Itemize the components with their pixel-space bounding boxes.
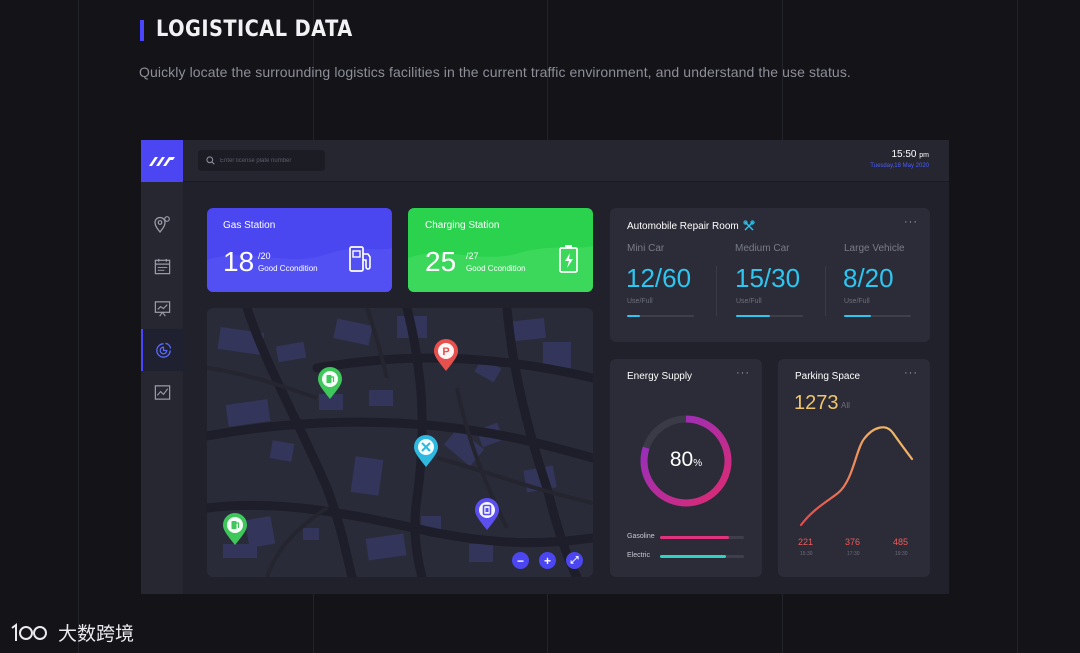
parking-point-1-value: 221	[798, 537, 814, 547]
sidebar-item-board[interactable]	[141, 287, 183, 329]
energy-title: Energy Supply	[627, 371, 693, 382]
energy-more-button[interactable]: ···	[736, 367, 750, 379]
parking-trend-line	[799, 426, 914, 527]
charging-station-value: 25	[425, 246, 457, 277]
gas-station-card[interactable]: Gas Station 18 /20 Good Ccondition	[207, 208, 392, 292]
energy-percent-sign: %	[693, 458, 703, 469]
dashboard-frame: 15:50 pm Tuesday,18 May 2020	[141, 140, 949, 594]
energy-percent-value: 80	[669, 448, 694, 471]
page-title: LOGISTICAL DATA	[156, 17, 353, 42]
map-pin-charging[interactable]	[474, 498, 500, 531]
repair-large-bar	[844, 315, 911, 317]
charging-station-title: Charging Station	[425, 220, 500, 231]
gas-pump-icon	[349, 246, 371, 272]
repair-mini-value: 12/60	[626, 263, 692, 293]
gas-station-title: Gas Station	[223, 220, 276, 231]
parking-point-3-value: 485	[893, 537, 909, 547]
brand-logo-text: 100	[30, 642, 32, 644]
chart-board-icon	[154, 300, 170, 316]
repair-large-bar-fill	[844, 315, 871, 317]
logo-icon	[149, 157, 175, 166]
repair-room-card: Automobile Repair Room ··· Mini Car 12/6…	[610, 208, 930, 342]
repair-medium-value: 15/30	[735, 263, 801, 293]
repair-mini-caption: Use/Full	[627, 298, 653, 305]
clock-ampm: pm	[919, 152, 929, 159]
electric-label: Electric	[627, 552, 650, 559]
repair-room-title: Automobile Repair Room	[627, 220, 755, 232]
gasoline-bar	[660, 536, 744, 539]
clock-time: 15:50	[891, 149, 917, 160]
parking-title: Parking Space	[795, 371, 861, 382]
map-pin-gas-1[interactable]	[317, 367, 343, 400]
sidebar-item-statistics[interactable]	[141, 329, 183, 371]
divider	[716, 266, 717, 316]
clock: 15:50 pm Tuesday,18 May 2020	[870, 149, 929, 169]
map-pin-gas-2[interactable]	[222, 513, 248, 546]
parking-point-2-value: 376	[845, 537, 861, 547]
brand-watermark: 100 大数跨境	[10, 619, 134, 646]
divider	[825, 266, 826, 316]
clock-date: Tuesday,18 May 2020	[870, 163, 929, 169]
repair-medium-label: Medium Car	[735, 243, 790, 254]
repair-mini-label: Mini Car	[627, 243, 665, 254]
sidebar	[141, 182, 183, 594]
repair-room-title-text: Automobile Repair Room	[627, 220, 739, 232]
search-input[interactable]	[220, 157, 320, 164]
page-subtitle: Quickly locate the surrounding logistics…	[139, 64, 851, 80]
calendar-icon	[154, 258, 170, 274]
gas-station-value: 18	[223, 246, 255, 277]
wrench-icon	[743, 220, 755, 231]
map-pin-repair[interactable]	[413, 435, 439, 468]
battery-icon	[559, 245, 578, 273]
charging-station-card[interactable]: Charging Station 25 /27 Good Ccondition	[408, 208, 593, 292]
energy-percent-label: 80%	[636, 448, 736, 472]
sidebar-item-map[interactable]	[141, 203, 183, 245]
map-pin-parking[interactable]: P	[433, 339, 459, 372]
repair-more-button[interactable]: ···	[904, 216, 918, 228]
fullscreen-button[interactable]: ⤢	[566, 552, 583, 569]
parking-pin-glyph: P	[442, 346, 449, 358]
gas-station-total: /20	[258, 251, 271, 261]
sidebar-item-trends[interactable]	[141, 371, 183, 413]
brand-logo-icon: 100	[11, 622, 47, 644]
repair-medium-caption: Use/Full	[736, 298, 762, 305]
repair-mini-bar-fill	[627, 315, 641, 317]
map-view[interactable]: P − + ⤢	[207, 308, 593, 577]
zoom-in-button[interactable]: +	[539, 552, 556, 569]
parking-point-1-time: 15:30	[800, 551, 813, 557]
search-box[interactable]	[198, 150, 325, 171]
pie-chart-icon	[155, 342, 171, 358]
charging-station-status: Good Ccondition	[466, 264, 526, 273]
sidebar-item-calendar[interactable]	[141, 245, 183, 287]
gasoline-bar-fill	[660, 536, 729, 539]
repair-large-label: Large Vehicle	[844, 243, 905, 254]
parking-space-card: Parking Space ··· 1273 All 221 15:30 376…	[778, 359, 930, 577]
parking-point-2-time: 17:30	[847, 551, 860, 557]
gas-station-status: Good Ccondition	[258, 264, 318, 273]
parking-point-3-time: 19:30	[895, 551, 908, 557]
gasoline-label: Gasoline	[627, 533, 655, 540]
map-canvas	[207, 308, 593, 577]
repair-mini-bar	[627, 315, 694, 317]
repair-large-caption: Use/Full	[844, 298, 870, 305]
top-bar: 15:50 pm Tuesday,18 May 2020	[183, 140, 949, 182]
search-icon	[206, 156, 215, 165]
repair-medium-bar-fill	[736, 315, 770, 317]
energy-supply-card: Energy Supply ··· 80% Gasoline Electric	[610, 359, 762, 577]
app-logo[interactable]	[141, 140, 183, 182]
charging-station-total: /27	[466, 251, 479, 261]
trend-icon	[154, 384, 170, 400]
header-accent-bar	[140, 20, 144, 41]
brand-name: 大数跨境	[58, 624, 135, 645]
zoom-out-button[interactable]: −	[512, 552, 529, 569]
parking-trend-chart	[799, 426, 914, 527]
parking-more-button[interactable]: ···	[904, 367, 918, 379]
electric-bar	[660, 555, 744, 558]
repair-medium-bar	[736, 315, 803, 317]
map-pin-icon	[154, 216, 170, 234]
repair-large-value: 8/20	[843, 263, 894, 293]
electric-bar-fill	[660, 555, 726, 558]
